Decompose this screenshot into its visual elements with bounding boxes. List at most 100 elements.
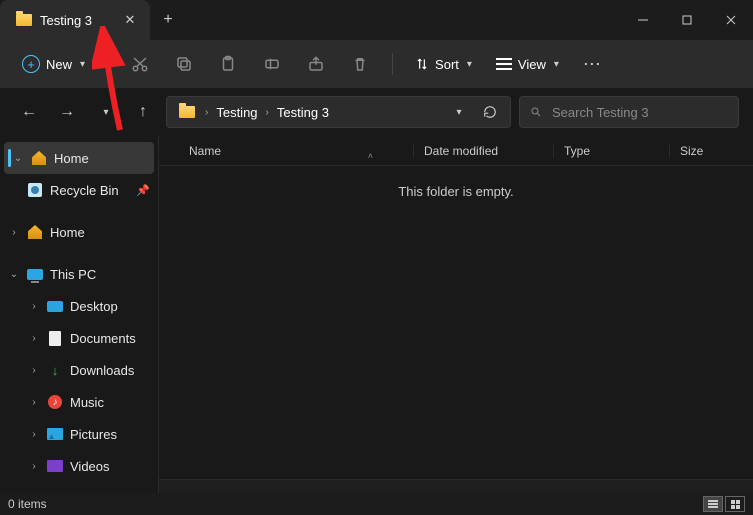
sidebar-item-home-2[interactable]: › Home [0, 216, 158, 248]
nav-label: Home [54, 151, 89, 166]
delete-button[interactable] [340, 46, 380, 82]
plus-icon: + [22, 55, 40, 73]
home-icon [28, 225, 42, 239]
music-icon: ♪ [48, 395, 62, 409]
column-type[interactable]: Type [553, 144, 669, 158]
breadcrumb-separator: › [266, 107, 269, 118]
sidebar-item-this-pc[interactable]: ⌄ This PC [0, 258, 158, 290]
back-button[interactable]: ← [14, 97, 44, 127]
column-name[interactable]: Name˄ [169, 144, 413, 158]
status-bar: 0 items [0, 493, 753, 515]
cut-button[interactable] [120, 46, 160, 82]
nav-label: Videos [70, 459, 110, 474]
sidebar-item-home[interactable]: ⌄ Home [4, 142, 154, 174]
close-window-button[interactable] [709, 0, 753, 40]
details-view-button[interactable] [703, 496, 723, 512]
nav-label: Music [70, 395, 104, 410]
column-size[interactable]: Size [669, 144, 743, 158]
main-area: ⌄ Home Recycle Bin 📌 › Home ⌄ This PC › … [0, 136, 753, 493]
new-label: New [46, 57, 72, 72]
rename-button[interactable] [252, 46, 292, 82]
chevron-right-icon[interactable]: › [28, 365, 40, 376]
close-tab-button[interactable]: ✕ [122, 12, 138, 28]
search-icon [530, 105, 542, 119]
nav-label: Home [50, 225, 85, 240]
sort-button[interactable]: Sort ▾ [405, 51, 482, 78]
folder-icon [16, 14, 32, 26]
chevron-down-icon: ▾ [467, 59, 472, 70]
refresh-button[interactable] [476, 105, 504, 119]
list-icon [496, 58, 512, 70]
sidebar-item-recycle-bin[interactable]: Recycle Bin 📌 [0, 174, 158, 206]
nav-label: Recycle Bin [50, 183, 119, 198]
toolbar-divider [392, 53, 393, 75]
minimize-button[interactable] [621, 0, 665, 40]
copy-button[interactable] [164, 46, 204, 82]
search-input[interactable] [552, 105, 728, 120]
chevron-right-icon[interactable]: › [28, 333, 40, 344]
content-pane: Name˄ Date modified Type Size This folde… [158, 136, 753, 493]
folder-icon [179, 106, 195, 118]
view-button[interactable]: View ▾ [486, 51, 569, 78]
home-icon [32, 151, 46, 165]
tab-label: Testing 3 [40, 13, 114, 28]
chevron-down-icon: ▾ [554, 59, 559, 70]
chevron-down-icon: ▾ [80, 59, 85, 70]
address-row: ← → ▾ ↑ › Testing › Testing 3 ▾ [0, 88, 753, 136]
forward-button[interactable]: → [52, 97, 82, 127]
chevron-right-icon[interactable]: › [8, 227, 20, 238]
breadcrumb-testing3[interactable]: Testing 3 [273, 101, 333, 124]
breadcrumb-testing[interactable]: Testing [212, 101, 261, 124]
chevron-right-icon[interactable]: › [28, 301, 40, 312]
sidebar-item-videos[interactable]: › Videos [0, 450, 158, 482]
desktop-icon [47, 301, 63, 312]
breadcrumb-separator: › [205, 107, 208, 118]
toolbar: + New ▾ Sort ▾ View ▾ ⋯ [0, 40, 753, 88]
pictures-icon [47, 428, 63, 440]
column-headers: Name˄ Date modified Type Size [159, 136, 753, 166]
toolbar-divider [107, 53, 108, 75]
navigation-pane: ⌄ Home Recycle Bin 📌 › Home ⌄ This PC › … [0, 136, 158, 493]
up-button[interactable]: ↑ [128, 97, 158, 127]
sort-indicator-icon: ˄ [368, 151, 373, 161]
window-tab[interactable]: Testing 3 ✕ [0, 0, 150, 40]
nav-label: Pictures [70, 427, 117, 442]
chevron-right-icon[interactable]: › [28, 429, 40, 440]
share-button[interactable] [296, 46, 336, 82]
paste-button[interactable] [208, 46, 248, 82]
sidebar-item-documents[interactable]: › Documents [0, 322, 158, 354]
document-icon [49, 331, 61, 346]
chevron-right-icon[interactable]: › [28, 397, 40, 408]
sort-label: Sort [435, 57, 459, 72]
sidebar-item-downloads[interactable]: › ↓ Downloads [0, 354, 158, 386]
thumbnails-view-button[interactable] [725, 496, 745, 512]
nav-label: Downloads [70, 363, 134, 378]
title-bar: Testing 3 ✕ + [0, 0, 753, 40]
sidebar-item-pictures[interactable]: › Pictures [0, 418, 158, 450]
sidebar-item-music[interactable]: › ♪ Music [0, 386, 158, 418]
address-dropdown-button[interactable]: ▾ [444, 107, 472, 118]
more-button[interactable]: ⋯ [573, 54, 613, 75]
chevron-right-icon[interactable]: › [28, 461, 40, 472]
window-controls [621, 0, 753, 40]
new-button[interactable]: + New ▾ [12, 49, 95, 79]
pc-icon [27, 269, 43, 280]
sidebar-item-desktop[interactable]: › Desktop [0, 290, 158, 322]
pin-icon: 📌 [136, 184, 150, 197]
nav-label: This PC [50, 267, 96, 282]
recent-button[interactable]: ▾ [90, 97, 120, 127]
address-bar[interactable]: › Testing › Testing 3 ▾ [166, 96, 511, 128]
empty-folder-text: This folder is empty. [159, 166, 753, 217]
search-box[interactable] [519, 96, 739, 128]
new-tab-button[interactable]: + [150, 11, 186, 29]
chevron-down-icon[interactable]: ⌄ [12, 153, 24, 164]
recycle-bin-icon [28, 183, 42, 197]
item-count: 0 items [8, 497, 47, 511]
column-date[interactable]: Date modified [413, 144, 553, 158]
nav-label: Documents [70, 331, 136, 346]
chevron-down-icon[interactable]: ⌄ [8, 269, 20, 280]
maximize-button[interactable] [665, 0, 709, 40]
downloads-icon: ↓ [46, 361, 64, 379]
horizontal-scrollbar[interactable] [159, 479, 753, 493]
nav-label: Desktop [70, 299, 118, 314]
